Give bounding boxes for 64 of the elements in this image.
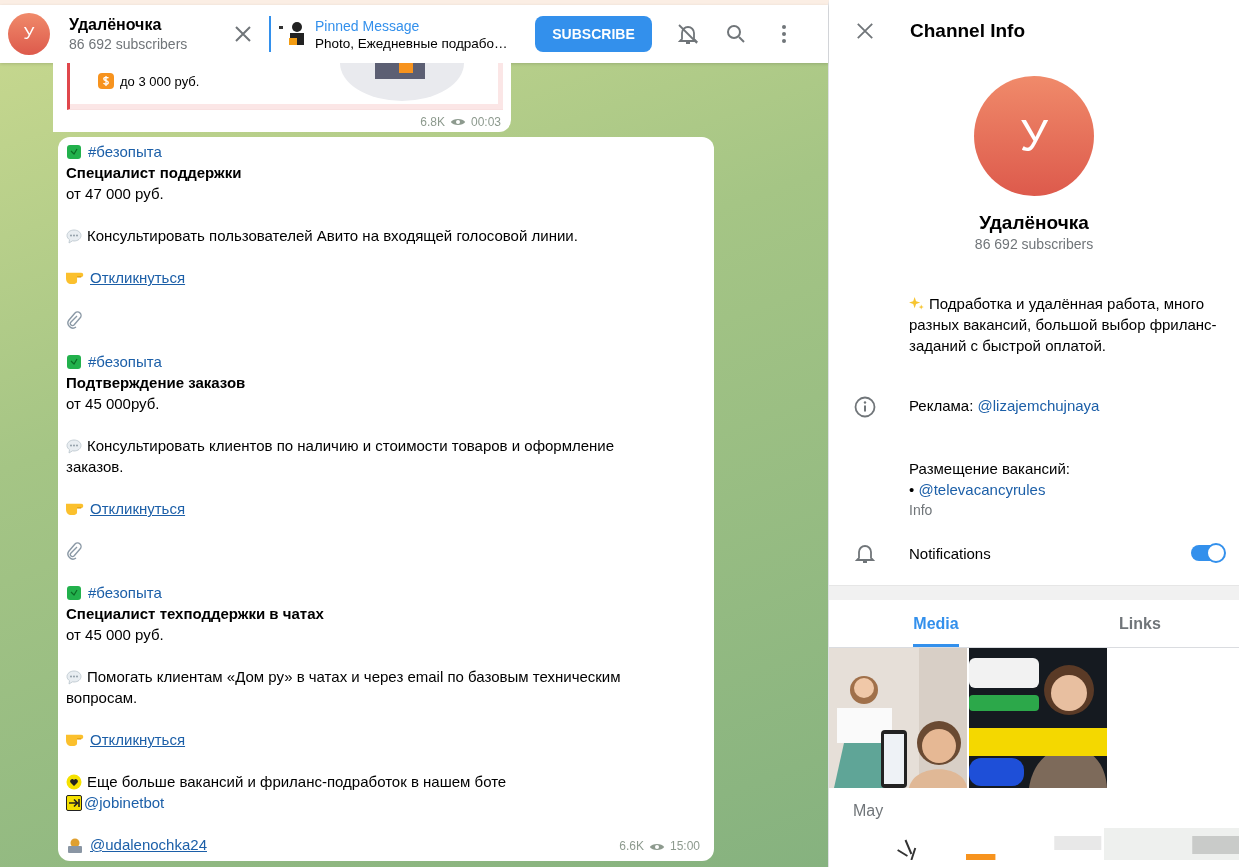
channel-avatar: У	[974, 76, 1094, 196]
info-caption: Info	[909, 501, 934, 520]
salary-text: от 45 000 руб.	[66, 625, 164, 645]
panel-title: Channel Info	[910, 20, 1026, 42]
contact-link[interactable]: @udalenochka24	[90, 834, 207, 855]
hashtag-link[interactable]: #безопыта	[88, 351, 162, 372]
bot-link[interactable]: @jobinetbot	[84, 792, 165, 813]
job-title: Специалист техподдержки в чатах	[66, 604, 324, 624]
jobs-label: Размещение вакансий:	[909, 459, 1071, 479]
arrow-icon	[66, 794, 82, 811]
close-icon[interactable]	[233, 24, 253, 44]
check-mark-icon	[66, 353, 82, 370]
eye-icon	[449, 117, 466, 127]
job-description: Помогать клиентам «Дом ру» в чатах и через email по базовым техническим вопросам.	[66, 667, 622, 708]
speech-bubble-icon	[66, 438, 82, 454]
jobs-link[interactable]: @televacancyrules	[918, 481, 1046, 498]
job-description: Консультировать клиентов по наличию и стоимости товаров и оформление заказов.	[66, 436, 616, 477]
card-text: до 3 000 руб.	[120, 73, 200, 89]
respond-link[interactable]: Откликнуться	[90, 729, 186, 750]
paperclip-icon	[66, 310, 82, 329]
close-icon[interactable]	[856, 22, 874, 40]
hashtag-link[interactable]: #безопыта	[88, 582, 162, 603]
pointing-hand-icon	[66, 502, 84, 515]
subscriber-count: 86 692 subscribers	[974, 236, 1094, 252]
salary-text: от 47 000 руб.	[66, 184, 164, 204]
job-description: Консультировать пользователей Авито на входящей голосовой линии.	[66, 225, 578, 246]
pinned-text: Photo, Ежедневные подрабо…	[315, 35, 508, 51]
paperclip-icon	[66, 541, 82, 560]
speech-bubble-icon	[66, 228, 82, 244]
view-count: 6.6K	[619, 838, 644, 855]
view-count: 6.8K	[420, 115, 445, 129]
speech-bubble-icon	[66, 669, 82, 685]
channel-title: Удалёночка	[69, 16, 163, 34]
bullet: •	[909, 481, 915, 498]
notifications-toggle[interactable]	[1191, 545, 1225, 561]
respond-link[interactable]: Откликнуться	[90, 498, 186, 519]
coin-icon	[98, 73, 114, 89]
salary-text: от 45 000руб.	[66, 394, 160, 414]
job-title: Подтверждение заказов	[66, 373, 246, 393]
subscriber-count: 86 692 subscribers	[69, 36, 189, 52]
notifications-label: Notifications	[909, 544, 992, 562]
eye-icon	[648, 841, 665, 852]
month-label: May	[852, 801, 885, 820]
info-icon	[853, 395, 877, 419]
message-time: 15:00	[669, 838, 700, 855]
bell-off-icon[interactable]	[676, 22, 700, 46]
pinned-message[interactable]: Pinned Message Photo, Ежедневные подрабо…	[269, 16, 527, 52]
respond-link[interactable]: Откликнуться	[90, 267, 186, 288]
person-laptop-icon	[66, 836, 84, 853]
check-mark-icon	[66, 143, 82, 160]
hashtag-link[interactable]: #безопыта	[88, 141, 162, 162]
channel-name: Удалёночка	[979, 212, 1089, 234]
sparkles-icon	[909, 296, 924, 311]
ad-label: Реклама:	[909, 397, 974, 414]
ad-link[interactable]: @lizajemchujnaya	[977, 397, 1100, 414]
pointing-hand-icon	[66, 271, 84, 284]
pinned-label: Pinned Message	[315, 17, 421, 34]
channel-description: Подработка и удалённая работа, много разных вакансий, большой выбор фриланс-заданий с быстрой оплатой.	[909, 294, 1218, 356]
job-title: Специалист поддержки	[66, 163, 242, 183]
promo-text: Еще больше вакансий и фриланс-подработок в нашем боте	[66, 771, 507, 792]
pointing-hand-icon	[66, 733, 84, 746]
tab[interactable]: Links	[1041, 600, 1239, 647]
check-mark-icon	[66, 584, 82, 601]
message-time: 00:03	[470, 115, 501, 129]
